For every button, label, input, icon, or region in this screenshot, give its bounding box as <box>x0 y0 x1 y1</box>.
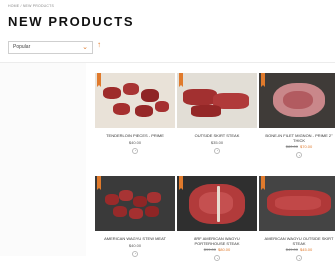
product-price: $49.00 $45.00 <box>259 247 335 252</box>
heart-icon[interactable] <box>132 147 138 154</box>
product-card[interactable]: OUTSIDE SKIRT STEAK $35.00 <box>177 73 257 154</box>
arrow-up-icon[interactable]: ↑ <box>97 40 101 49</box>
sale-price: $45.00 <box>300 247 313 253</box>
new-badge <box>261 176 265 190</box>
product-card[interactable]: 8RF AMERICAN WAGYU PORTERHOUSE STEAK $99… <box>177 176 257 261</box>
new-badge <box>179 176 183 190</box>
product-card[interactable]: BONE-IN FILET MIGNON - PRIME 2" THICK $8… <box>259 73 335 159</box>
old-price: $99.00 <box>203 247 216 253</box>
product-name[interactable]: 8RF AMERICAN WAGYU PORTERHOUSE STEAK <box>177 236 257 246</box>
product-name[interactable]: TENDERLOIN PIECES - PRIME <box>95 133 175 139</box>
product-image[interactable] <box>177 176 257 231</box>
heart-icon[interactable] <box>296 255 302 261</box>
product-name[interactable]: AMERICAN WAGYU STEW MEAT <box>95 236 175 242</box>
product-name[interactable]: AMERICAN WAGYU OUTSIDE SKIRT STEAK <box>259 236 335 246</box>
chevron-down-icon: ⌄ <box>82 44 88 51</box>
price-value: $40.00 <box>128 139 142 145</box>
new-badge <box>179 73 183 87</box>
sort-dropdown[interactable]: Popular ⌄ <box>8 41 93 54</box>
new-badge <box>261 73 265 87</box>
old-price: $49.00 <box>285 247 298 253</box>
filter-sidebar <box>0 63 86 256</box>
new-badge <box>97 73 101 87</box>
product-card[interactable]: AMERICAN WAGYU STEW MEAT $40.00 <box>95 176 175 257</box>
sale-price: $70.00 <box>300 144 313 150</box>
product-name[interactable]: OUTSIDE SKIRT STEAK <box>177 133 257 139</box>
product-card[interactable]: TENDERLOIN PIECES - PRIME $40.00 <box>95 73 175 154</box>
product-price: $99.00 $80.00 <box>177 247 257 252</box>
old-price: $80.00 <box>285 144 298 150</box>
breadcrumb[interactable]: HOME / NEW PRODUCTS <box>8 4 54 8</box>
product-price: $40.00 <box>95 140 175 145</box>
price-value: $35.00 <box>210 139 224 145</box>
product-price: $80.00 $70.00 <box>259 144 335 149</box>
product-image[interactable] <box>95 73 175 128</box>
new-badge <box>97 176 101 190</box>
product-image[interactable] <box>95 176 175 231</box>
product-name[interactable]: BONE-IN FILET MIGNON - PRIME 2" THICK <box>259 133 335 143</box>
product-price: $35.00 <box>177 140 257 145</box>
sort-selected-value: Popular <box>13 44 31 50</box>
product-image[interactable] <box>259 176 335 231</box>
product-card[interactable]: AMERICAN WAGYU OUTSIDE SKIRT STEAK $49.0… <box>259 176 335 261</box>
product-image[interactable] <box>259 73 335 128</box>
product-image[interactable] <box>177 73 257 128</box>
page-title: NEW PRODUCTS <box>8 14 135 29</box>
heart-icon[interactable] <box>296 152 302 159</box>
price-value: $40.00 <box>128 242 142 248</box>
sale-price: $80.00 <box>218 247 231 253</box>
product-price: $40.00 <box>95 243 175 248</box>
heart-icon[interactable] <box>214 147 220 154</box>
heart-icon[interactable] <box>214 255 220 261</box>
